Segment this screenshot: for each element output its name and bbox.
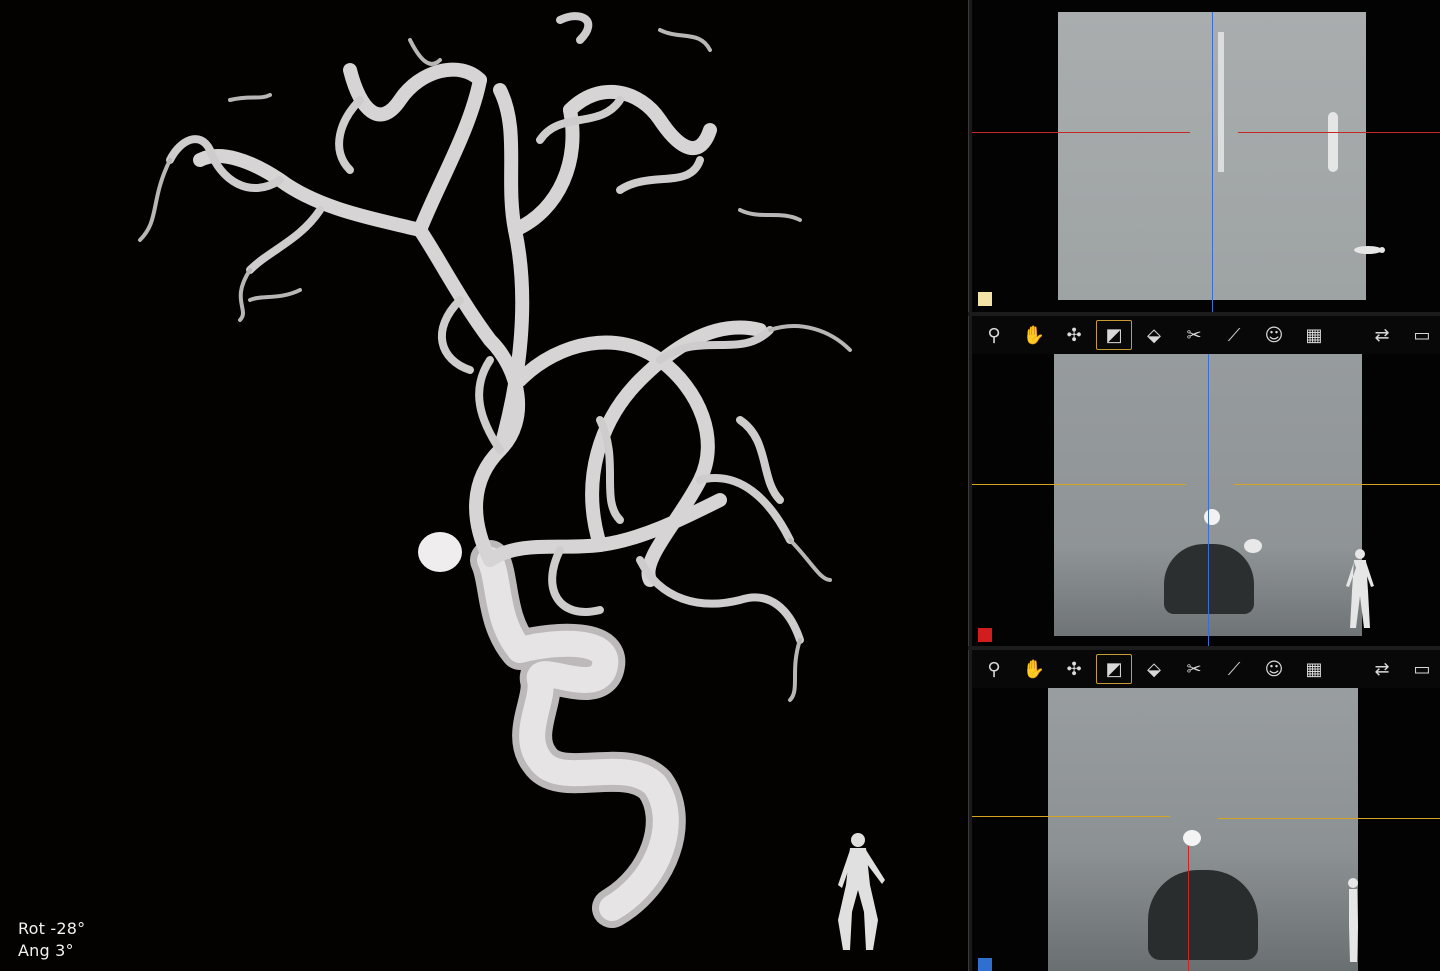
crosshair-horizontal-right[interactable] xyxy=(1238,132,1440,133)
slab-icon[interactable]: ⬙ xyxy=(1136,654,1172,684)
window-level-icon[interactable]: ◩ xyxy=(1096,320,1132,350)
sagittal-toolbar: ⚲ ✋ ✣ ◩ ⬙ ✂ ⟋ ☺ ▦ ⇄ ▭ xyxy=(972,650,1440,688)
pan-hand-icon[interactable]: ✋ xyxy=(1016,320,1052,350)
aneurysm xyxy=(418,532,462,572)
crosshair-horizontal-right[interactable] xyxy=(1234,484,1440,485)
window-level-icon[interactable]: ◩ xyxy=(1096,654,1132,684)
swap-view-icon[interactable]: ⇄ xyxy=(1364,654,1400,684)
measure-ruler-icon[interactable]: ⟋ xyxy=(1216,654,1252,684)
sagittal-view-panel[interactable]: ⚲ ✋ ✣ ◩ ⬙ ✂ ⟋ ☺ ▦ ⇄ ▭ xyxy=(972,650,1440,971)
coronal-view-panel[interactable]: ⚲ ✋ ✣ ◩ ⬙ ✂ ⟋ ☺ ▦ ⇄ ▭ xyxy=(972,316,1440,646)
crosshair-horizontal-left[interactable] xyxy=(972,132,1190,133)
sagittal-scan-image xyxy=(1048,670,1358,971)
rotation-label: Rot xyxy=(18,919,46,938)
orientation-figure-icon xyxy=(1346,549,1374,628)
vessel-spot xyxy=(1244,539,1262,553)
vessel-highlight xyxy=(1218,32,1224,172)
view-color-marker xyxy=(978,628,992,642)
major-branches xyxy=(193,62,767,587)
orientation-figure-icon xyxy=(1348,878,1358,962)
cavity-region xyxy=(1164,544,1254,614)
scissors-icon[interactable]: ✂ xyxy=(1176,320,1212,350)
rotation-value: -28° xyxy=(50,919,86,938)
cavity-region xyxy=(1148,870,1258,960)
measure-ruler-icon[interactable]: ⟋ xyxy=(1216,320,1252,350)
vessel-highlight xyxy=(1328,112,1338,172)
rotate-icon[interactable]: ✣ xyxy=(1056,320,1092,350)
zoom-icon[interactable]: ⚲ xyxy=(976,654,1012,684)
crosshair-vertical[interactable] xyxy=(1188,846,1189,971)
crosshair-horizontal-left[interactable] xyxy=(972,484,1186,485)
maximize-window-icon[interactable]: ▭ xyxy=(1404,320,1440,350)
pan-hand-icon[interactable]: ✋ xyxy=(1016,654,1052,684)
orientation-figure-icon xyxy=(838,833,885,950)
coronal-toolbar: ⚲ ✋ ✣ ◩ ⬙ ✂ ⟋ ☺ ▦ ⇄ ▭ xyxy=(972,316,1440,354)
zoom-icon[interactable]: ⚲ xyxy=(976,320,1012,350)
slab-icon[interactable]: ⬙ xyxy=(1136,320,1172,350)
view-color-marker xyxy=(978,958,992,971)
orientation-figure-icon xyxy=(1354,246,1385,254)
vessel-rendering xyxy=(138,12,885,950)
crosshair-vertical[interactable] xyxy=(1208,354,1209,646)
axial-view-panel[interactable] xyxy=(972,0,1440,312)
angle-value: 3° xyxy=(55,941,74,960)
aneurysm-spot xyxy=(1204,509,1220,525)
swap-view-icon[interactable]: ⇄ xyxy=(1364,320,1400,350)
color-map-icon[interactable]: ▦ xyxy=(1296,320,1332,350)
angle-label: Ang xyxy=(18,941,50,960)
scissors-icon[interactable]: ✂ xyxy=(1176,654,1212,684)
aneurysm-spot xyxy=(1183,830,1201,846)
head-orientation-icon[interactable]: ☺ xyxy=(1256,654,1292,684)
rotate-icon[interactable]: ✣ xyxy=(1056,654,1092,684)
crosshair-horizontal-right[interactable] xyxy=(1218,818,1440,819)
color-map-icon[interactable]: ▦ xyxy=(1296,654,1332,684)
maximize-window-icon[interactable]: ▭ xyxy=(1404,654,1440,684)
angle-readout: Ang 3° xyxy=(18,940,85,962)
crosshair-horizontal-left[interactable] xyxy=(972,816,1170,817)
main-3d-viewport[interactable]: Rot -28° Ang 3° xyxy=(0,0,968,971)
head-orientation-icon[interactable]: ☺ xyxy=(1256,320,1292,350)
crosshair-vertical[interactable] xyxy=(1212,12,1213,312)
view-readout: Rot -28° Ang 3° xyxy=(18,918,85,962)
rotation-readout: Rot -28° xyxy=(18,918,85,940)
view-color-marker xyxy=(978,292,992,306)
